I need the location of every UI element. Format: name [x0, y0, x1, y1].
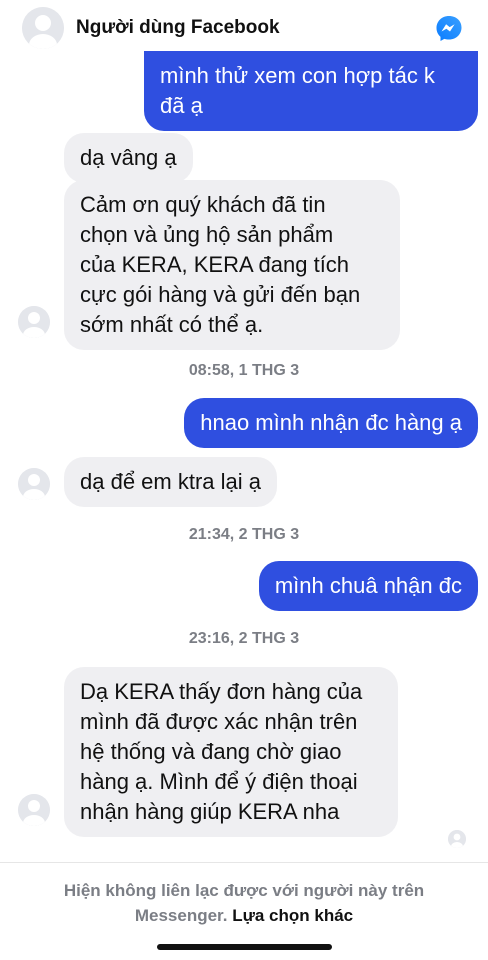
- message-bubble-incoming[interactable]: Cảm ơn quý khách đã tin chọn và ủng hộ s…: [64, 180, 400, 350]
- message-text-line: nhận hàng giúp KERA nha: [80, 799, 340, 824]
- message-text-line: dạ vâng ạ: [80, 145, 177, 170]
- message-text-line: sớm nhất có thể ạ.: [80, 312, 264, 337]
- unavailable-notice: Hiện không liên lạc được với người này t…: [0, 878, 488, 928]
- message-bubble-outgoing[interactable]: mình thử xem con hợp tác k đã ạ: [144, 51, 478, 131]
- timestamp: 23:16, 2 THG 3: [188, 630, 300, 647]
- sender-avatar-icon[interactable]: [18, 468, 50, 500]
- message-text-line: hệ thống và đang chờ giao: [80, 739, 342, 764]
- sender-avatar-icon[interactable]: [18, 794, 50, 826]
- other-options-link[interactable]: Lựa chọn khác: [232, 906, 353, 925]
- message-text-line: mình đã được xác nhận trên: [80, 709, 358, 734]
- message-bubble-outgoing[interactable]: mình chuâ nhận đc: [258, 561, 478, 611]
- message-text-line: dạ để em ktra lại ạ: [80, 469, 261, 494]
- message-text-line: Cảm ơn quý khách đã tin: [80, 192, 326, 217]
- messenger-icon[interactable]: [434, 14, 464, 44]
- timestamp: 08:58, 1 THG 3: [188, 362, 300, 379]
- user-avatar-icon[interactable]: [22, 7, 64, 49]
- message-bubble-incoming[interactable]: dạ vâng ạ: [64, 133, 193, 183]
- message-text-line: Dạ KERA thấy đơn hàng của: [80, 679, 363, 704]
- message-bubble-outgoing[interactable]: hnao mình nhận đc hàng ạ: [184, 398, 478, 448]
- contact-name[interactable]: Người dùng Facebook: [76, 17, 280, 39]
- timestamp: 21:34, 2 THG 3: [188, 526, 300, 543]
- message-bubble-incoming[interactable]: dạ để em ktra lại ạ: [64, 457, 277, 507]
- message-text-line: hnao mình nhận đc hàng ạ: [200, 410, 462, 435]
- message-text-line: của KERA, KERA đang tích: [80, 252, 350, 277]
- footer-divider: [0, 862, 488, 863]
- message-bubble-incoming[interactable]: Dạ KERA thấy đơn hàng của mình đã được x…: [64, 667, 398, 837]
- notice-line: Messenger.: [134, 906, 228, 925]
- notice-line: Hiện không liên lạc được với người này t…: [63, 881, 425, 900]
- sender-avatar-icon[interactable]: [18, 306, 50, 338]
- home-indicator[interactable]: [157, 944, 332, 950]
- message-text-line: hàng ạ. Mình để ý điện thoại: [80, 769, 358, 794]
- message-text-line: đã ạ: [160, 93, 203, 118]
- message-text-line: mình chuâ nhận đc: [274, 573, 462, 598]
- message-text-line: cực gói hàng và gửi đến bạn: [80, 282, 361, 307]
- seen-receipt-avatar-icon: [448, 830, 466, 848]
- message-text-line: mình thử xem con hợp tác k: [160, 63, 435, 88]
- message-text-line: chọn và ủng hộ sản phẩm: [80, 222, 334, 247]
